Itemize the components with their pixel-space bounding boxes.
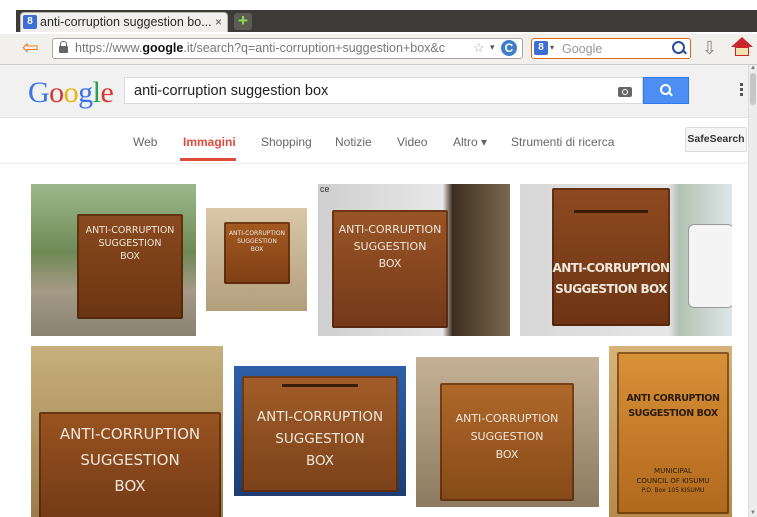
box-label-line: SUGGESTION xyxy=(470,430,544,443)
tab-strip: 8 anti-corruption suggestion bo... × + xyxy=(0,0,757,34)
box-label-line: ANTI-CORRUPTION xyxy=(59,425,201,443)
box-label-line: MUNICIPAL xyxy=(654,467,692,475)
box-label-line: ANTI-CORRUPTION xyxy=(455,412,559,425)
image-result[interactable]: ANTI-CORRUPTION SUGGESTION BOX xyxy=(31,184,196,336)
tab-notizie[interactable]: Notizie xyxy=(335,135,372,149)
box-label-line: ANTI-CORRUPTION xyxy=(228,230,286,237)
camera-icon[interactable] xyxy=(618,87,632,97)
search-query[interactable]: anti-corruption suggestion box xyxy=(134,83,328,99)
browser-search-bar[interactable]: 8 ▾ xyxy=(531,38,691,59)
image-result[interactable]: ANTI-CORRUPTION SUGGESTION BOX xyxy=(206,208,307,311)
active-tab-indicator xyxy=(180,158,236,161)
browser-search-input[interactable] xyxy=(562,40,667,57)
box-label-line: BOX xyxy=(120,251,140,262)
image-result[interactable]: ce ANTI-CORRUPTION SUGGESTION BOX xyxy=(318,184,510,336)
back-button[interactable]: ⇦ xyxy=(22,38,44,58)
box-label-line: ANTI-CORRUPTION xyxy=(85,225,175,236)
google-favicon-icon: 8 xyxy=(23,15,37,29)
box-label-line: P.O. Box 105 KISUMU xyxy=(641,487,705,494)
scroll-down-icon[interactable]: ▼ xyxy=(749,510,757,517)
tab-web[interactable]: Web xyxy=(133,135,157,149)
box-label-line: ANTI-CORRUPTION xyxy=(256,409,384,425)
safesearch-button[interactable]: SafeSearch xyxy=(685,127,747,152)
vehicle-in-image xyxy=(688,224,732,308)
google-search-box[interactable]: anti-corruption suggestion box xyxy=(124,77,643,104)
browser-tab[interactable]: 8 anti-corruption suggestion bo... × xyxy=(20,12,228,32)
bookmark-star-icon[interactable]: ☆ xyxy=(473,40,485,56)
box-label-line: SUGGESTION xyxy=(80,451,180,469)
box-label-line: BOX xyxy=(250,246,264,253)
box-label-line: COUNCIL OF KISUMU xyxy=(636,477,710,485)
box-label-line: ANTI-CORRUPTION xyxy=(552,261,670,275)
box-label-line: ANTI-CORRUPTION xyxy=(338,223,442,236)
home-icon[interactable] xyxy=(731,37,753,59)
search-engine-icon[interactable]: 8 xyxy=(534,41,548,55)
scroll-thumb[interactable] xyxy=(750,73,756,105)
tab-search-tools[interactable]: Strumenti di ricerca xyxy=(511,135,614,149)
lock-icon xyxy=(59,41,68,53)
url-text[interactable]: https://www.google.it/search?q=anti-corr… xyxy=(75,41,445,55)
image-result[interactable]: ANTI-CORRUPTION SUGGESTION BOX xyxy=(520,184,732,336)
tab-title: anti-corruption suggestion bo... xyxy=(40,15,212,29)
image-result[interactable]: ANTI-CORRUPTION SUGGESTION BOX xyxy=(416,357,599,507)
image-result[interactable]: ANTI-CORRUPTION SUGGESTION BOX xyxy=(234,366,406,496)
image-result[interactable]: ANTI-CORRUPTION SUGGESTION BOX xyxy=(31,346,223,517)
box-label-line: SUGGESTION xyxy=(98,238,162,249)
image-result[interactable]: ANTI CORRUPTION SUGGESTION BOX MUNICIPAL… xyxy=(609,346,732,517)
close-tab-icon[interactable]: × xyxy=(215,15,222,29)
image-corner-text: ce xyxy=(320,184,330,194)
address-bar[interactable]: https://www.google.it/search?q=anti-corr… xyxy=(52,38,523,59)
search-icon[interactable] xyxy=(672,41,685,54)
google-header: Google anti-corruption suggestion box xyxy=(0,65,748,118)
more-options-icon[interactable] xyxy=(740,83,743,99)
box-label-line: SUGGESTION BOX xyxy=(628,408,718,419)
download-icon[interactable]: ⇩ xyxy=(702,38,717,59)
tab-immagini[interactable]: Immagini xyxy=(183,135,236,149)
box-label-line: BOX xyxy=(495,448,519,461)
image-results-grid: ANTI-CORRUPTION SUGGESTION BOX ANTI-CORR… xyxy=(0,164,748,517)
search-type-nav: Web Immagini Shopping Notizie Video Altr… xyxy=(0,118,748,164)
tab-shopping[interactable]: Shopping xyxy=(261,135,312,149)
box-label-line: BOX xyxy=(305,453,335,469)
box-label-line: SUGGESTION xyxy=(237,238,277,245)
page-content: Google anti-corruption suggestion box We… xyxy=(0,65,757,517)
new-tab-button[interactable]: + xyxy=(234,12,252,30)
reload-icon[interactable]: C xyxy=(501,40,517,56)
url-history-dropdown-icon[interactable]: ▾ xyxy=(490,42,495,53)
google-search-button[interactable] xyxy=(643,77,689,104)
tab-altro[interactable]: Altro ▾ xyxy=(453,135,487,149)
box-label-line: SUGGESTION xyxy=(275,431,365,447)
search-icon xyxy=(660,84,671,95)
search-engine-dropdown-icon[interactable]: ▾ xyxy=(550,43,554,52)
box-label-line: BOX xyxy=(114,477,146,495)
box-label-line: BOX xyxy=(378,257,402,270)
box-label-line: ANTI CORRUPTION xyxy=(626,393,720,404)
tab-video[interactable]: Video xyxy=(397,135,427,149)
scroll-up-icon[interactable]: ▲ xyxy=(749,65,757,72)
google-logo[interactable]: Google xyxy=(28,76,114,110)
vertical-scrollbar[interactable]: ▲ ▼ xyxy=(748,65,757,517)
box-label-line: SUGGESTION BOX xyxy=(555,282,667,296)
box-label-line: SUGGESTION xyxy=(353,240,427,253)
